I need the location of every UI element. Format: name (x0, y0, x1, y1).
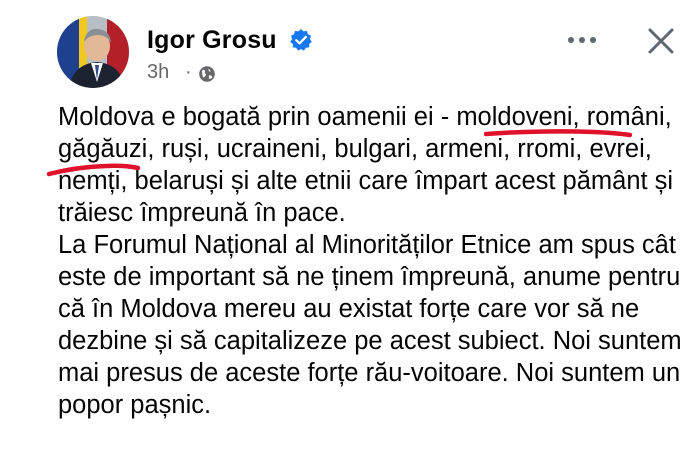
more-options-button[interactable] (560, 22, 604, 58)
globe-icon (199, 66, 215, 82)
close-icon[interactable] (641, 21, 681, 61)
author-name[interactable]: Igor Grosu (147, 26, 277, 55)
post-timestamp[interactable]: 3h (147, 61, 169, 84)
more-dot-icon (568, 37, 574, 43)
post-body: Moldova e bogată prin oamenii ei - moldo… (46, 101, 688, 421)
meta-separator: · (185, 61, 192, 83)
author-avatar[interactable] (57, 16, 129, 88)
post-paragraph-wrapper: Moldova e bogată prin oamenii ei - moldo… (46, 101, 688, 229)
more-dot-icon (590, 37, 596, 43)
post-paragraph: La Forumul Național al Minorităților Etn… (58, 231, 682, 419)
avatar-image (57, 16, 129, 88)
post-header: Igor Grosu 3h · (57, 16, 687, 92)
more-dot-icon (579, 37, 585, 43)
post-paragraph: Moldova e bogată prin oamenii ei - moldo… (58, 103, 674, 227)
verified-badge-icon (290, 29, 312, 51)
